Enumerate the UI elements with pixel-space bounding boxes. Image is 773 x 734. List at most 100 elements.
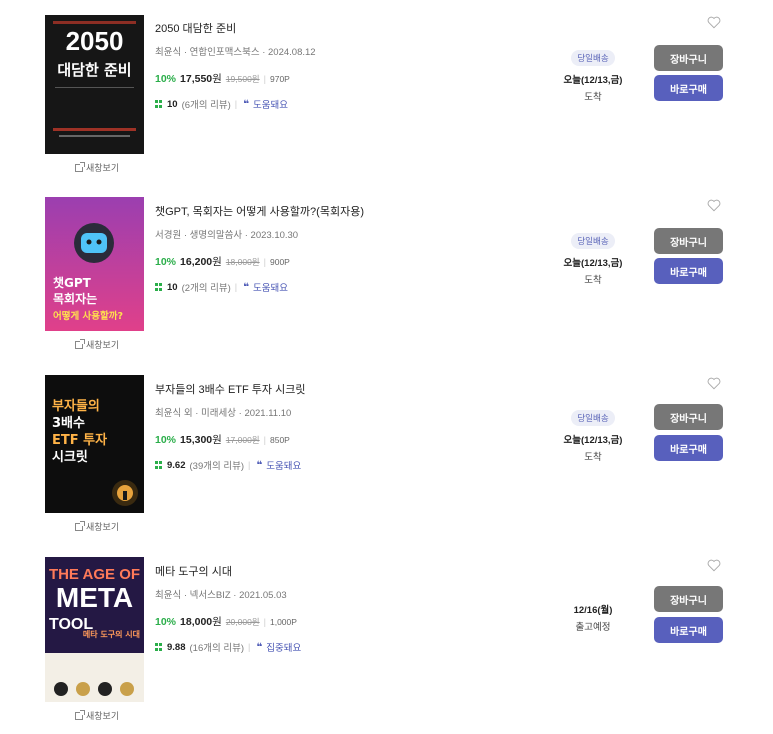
cover-big3: 어떻게 사용할까? — [53, 310, 123, 322]
discount-rate: 10% — [155, 434, 177, 446]
buy-now-button[interactable]: 바로구매 — [654, 617, 723, 643]
cover-big2: META — [56, 582, 133, 613]
reward-points: 850P — [269, 435, 290, 445]
review-tag: 집중돼요 — [266, 643, 302, 654]
rating-icon — [155, 461, 163, 469]
book-meta: 최윤식 · 넥서스BIZ · 2021.05.03 — [155, 590, 287, 601]
preview-label: 새창보기 — [86, 711, 120, 721]
buy-now-button[interactable]: 바로구매 — [654, 258, 723, 284]
discount-rate: 10% — [155, 616, 177, 628]
sale-price: 16,200원 — [180, 256, 222, 268]
original-price: 18,000원 — [225, 257, 260, 267]
cover-big2: 대담한 준비 — [57, 61, 131, 79]
book-cover-art: 부자들의 3배수 ETF 투자 시크릿 — [45, 375, 144, 513]
review-tag: 도움돼요 — [253, 100, 288, 111]
price-row: 10% 18,000원 20,000원 | 1,000P — [155, 616, 297, 628]
review-tag: 도움돼요 — [253, 283, 288, 294]
price-row: 10% 16,200원 18,000원 | 900P — [155, 256, 290, 268]
preview-label: 새창보기 — [86, 522, 120, 532]
delivery-date: 오늘(12/13,금) — [563, 75, 623, 86]
book-cover-art: THE AGE OF META TOOL 메타 도구의 시대 — [45, 557, 144, 702]
delivery-info: 당일배송 오늘(12/13,금) 도착 — [548, 408, 638, 463]
preview-link[interactable]: 새창보기 — [75, 338, 119, 351]
cover-big4: 시크릿 — [52, 450, 88, 465]
book-meta: 서경원 · 생명의말씀사 · 2023.10.30 — [155, 230, 299, 241]
buy-now-button[interactable]: 바로구매 — [654, 75, 723, 101]
external-link-icon — [75, 161, 85, 172]
add-to-cart-button[interactable]: 장바구니 — [654, 404, 723, 430]
book-cover[interactable]: 챗GPT 목회자는 어떻게 사용할까? — [45, 197, 144, 331]
rating-icon — [155, 100, 163, 108]
review-tag: 도움돼요 — [266, 461, 302, 472]
preview-label: 새창보기 — [86, 340, 120, 350]
preview-link[interactable]: 새창보기 — [75, 709, 119, 722]
add-to-cart-button[interactable]: 장바구니 — [654, 45, 723, 71]
cover-sub: 메타 도구의 시대 — [83, 629, 140, 639]
review-count[interactable]: (6개의 리뷰) — [182, 97, 231, 111]
book-title[interactable]: 메타 도구의 시대 — [155, 563, 535, 579]
preview-link[interactable]: 새창보기 — [75, 161, 119, 174]
book-info: 챗GPT, 목회자는 어떻게 사용할까?(목회자용) 서경원 · 생명의말씀사 … — [155, 203, 535, 294]
cover-big1: THE AGE OF — [49, 566, 140, 583]
book-cover-art: 챗GPT 목회자는 어떻게 사용할까? — [45, 197, 144, 331]
original-price: 20,000원 — [225, 617, 260, 627]
cover-big3: ETF 투자 — [52, 433, 107, 448]
review-row: 9.62 (39개의 리뷰) | ❝ 도움돼요 — [155, 458, 535, 472]
book-meta: 최윤식 외 · 미래세상 · 2021.11.10 — [155, 408, 292, 419]
reward-points: 1,000P — [269, 617, 297, 627]
reward-points: 970P — [269, 74, 290, 84]
review-score: 9.62 — [167, 459, 186, 471]
review-count[interactable]: (2개의 리뷰) — [182, 280, 231, 294]
heart-icon[interactable] — [707, 199, 721, 212]
original-price: 19,500원 — [225, 74, 260, 84]
book-title[interactable]: 챗GPT, 목회자는 어떻게 사용할까?(목회자용) — [155, 203, 535, 219]
delivery-badge: 당일배송 — [571, 233, 615, 249]
cover-big1: 챗GPT — [53, 275, 92, 290]
cover-big1: 부자들의 — [52, 398, 100, 414]
add-to-cart-button[interactable]: 장바구니 — [654, 228, 723, 254]
delivery-badge: 당일배송 — [571, 50, 615, 66]
book-info: 메타 도구의 시대 최윤식 · 넥서스BIZ · 2021.05.03 10% … — [155, 563, 535, 654]
preview-label: 새창보기 — [86, 163, 120, 173]
delivery-date: 오늘(12/13,금) — [563, 258, 623, 269]
heart-icon[interactable] — [707, 377, 721, 390]
heart-icon[interactable] — [707, 559, 721, 572]
review-score: 10 — [167, 98, 178, 110]
quote-icon: ❝ — [256, 641, 263, 653]
discount-rate: 10% — [155, 73, 177, 85]
book-cover[interactable]: 2050 대담한 준비 — [45, 15, 144, 154]
review-row: 10 (2개의 리뷰) | ❝ 도움돼요 — [155, 280, 535, 294]
review-row: 9.88 (16개의 리뷰) | ❝ 집중돼요 — [155, 640, 535, 654]
quote-icon: ❝ — [243, 281, 250, 293]
delivery-status: 도착 — [584, 275, 602, 286]
book-title[interactable]: 2050 대담한 준비 — [155, 20, 535, 36]
book-cover[interactable]: 부자들의 3배수 ETF 투자 시크릿 — [45, 375, 144, 513]
rating-icon — [155, 643, 163, 651]
price-row: 10% 15,300원 17,000원 | 850P — [155, 434, 290, 446]
add-to-cart-button[interactable]: 장바구니 — [654, 586, 723, 612]
delivery-info: 당일배송 오늘(12/13,금) 도착 — [548, 48, 638, 103]
reward-points: 900P — [269, 257, 290, 267]
external-link-icon — [75, 338, 85, 349]
book-cover[interactable]: THE AGE OF META TOOL 메타 도구의 시대 — [45, 557, 144, 702]
review-count[interactable]: (39개의 리뷰) — [190, 458, 245, 472]
delivery-badge: 당일배송 — [571, 410, 615, 426]
delivery-status: 출고예정 — [575, 622, 611, 633]
book-title[interactable]: 부자들의 3배수 ETF 투자 시크릿 — [155, 381, 535, 397]
external-link-icon — [75, 520, 85, 531]
cover-big2: 목회자는 — [53, 291, 97, 306]
heart-icon[interactable] — [707, 16, 721, 29]
delivery-info: 당일배송 오늘(12/13,금) 도착 — [548, 231, 638, 286]
rating-icon — [155, 283, 163, 291]
delivery-status: 도착 — [584, 452, 602, 463]
cover-big1: 2050 — [66, 26, 124, 56]
review-row: 10 (6개의 리뷰) | ❝ 도움돼요 — [155, 97, 535, 111]
review-score: 10 — [167, 281, 178, 293]
delivery-info: 12/16(월) 출고예정 — [548, 602, 638, 633]
cover-big2: 3배수 — [52, 415, 85, 431]
preview-link[interactable]: 새창보기 — [75, 520, 119, 533]
buy-now-button[interactable]: 바로구매 — [654, 435, 723, 461]
sale-price: 17,550원 — [180, 73, 222, 85]
review-count[interactable]: (16개의 리뷰) — [190, 640, 245, 654]
quote-icon: ❝ — [256, 459, 263, 471]
